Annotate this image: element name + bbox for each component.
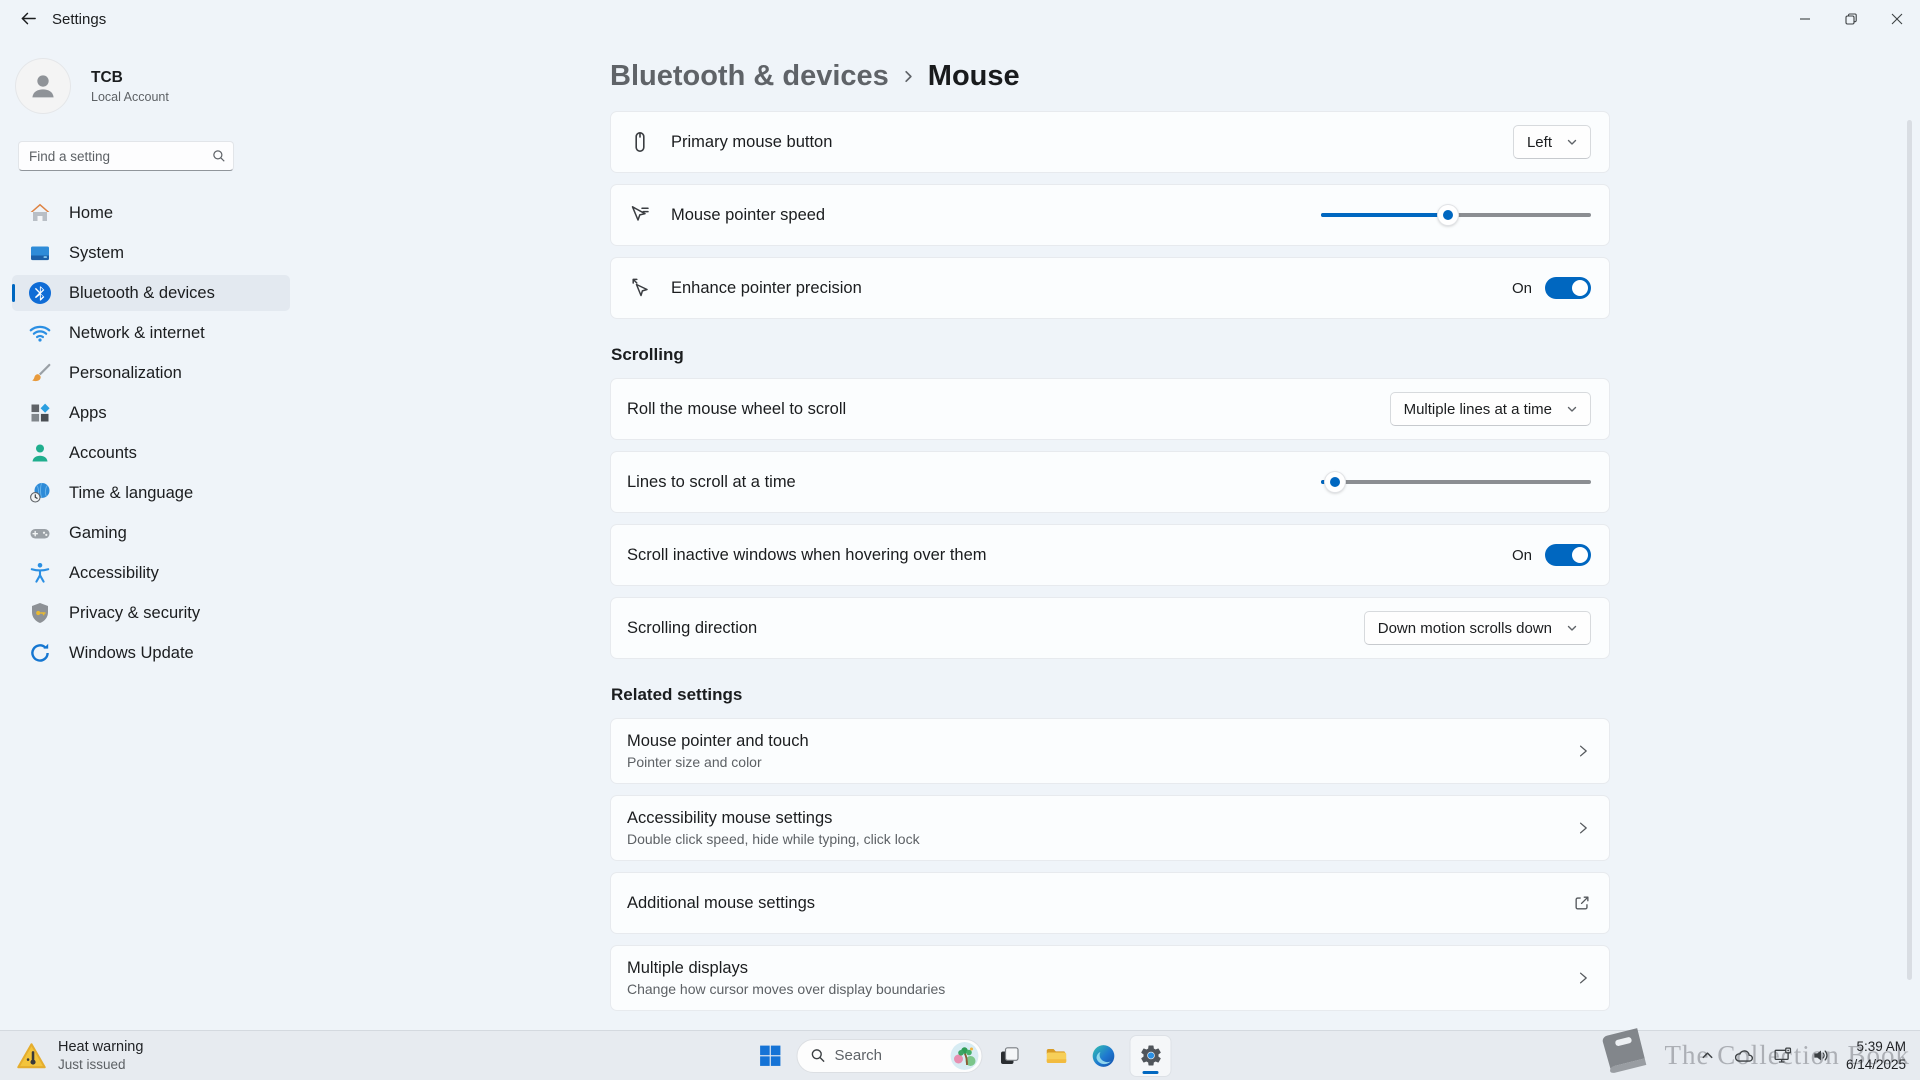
related-subtitle: Pointer size and color <box>627 754 1563 770</box>
chevron-down-icon <box>1566 622 1578 634</box>
wheel-scroll-dropdown[interactable]: Multiple lines at a time <box>1390 392 1591 426</box>
restore-button[interactable] <box>1828 0 1874 38</box>
onedrive-cloud-icon[interactable] <box>1730 1044 1757 1067</box>
related-row-multiple-displays[interactable]: Multiple displays Change how cursor move… <box>610 945 1610 1011</box>
weather-widget[interactable]: Heat warning Just issued <box>0 1031 159 1080</box>
breadcrumb: Bluetooth & devices Mouse <box>610 60 1610 93</box>
clock[interactable]: 5:39 AM 6/14/2025 <box>1846 1038 1906 1073</box>
chevron-right-icon <box>1575 820 1591 836</box>
section-header-scrolling: Scrolling <box>611 345 1610 365</box>
widget-status: Just issued <box>58 1057 143 1072</box>
edge-button[interactable] <box>1084 1036 1124 1076</box>
search-icon <box>811 1048 826 1063</box>
section-header-related: Related settings <box>611 685 1610 705</box>
chevron-down-icon <box>1566 136 1578 148</box>
task-view-button[interactable] <box>990 1036 1030 1076</box>
related-title: Additional mouse settings <box>627 894 1561 913</box>
taskbar-search-input[interactable] <box>835 1047 935 1064</box>
restore-icon <box>1845 13 1857 25</box>
chevron-down-icon <box>1566 403 1578 415</box>
close-icon <box>1891 13 1903 25</box>
titlebar: Settings <box>0 0 1920 40</box>
setting-row-enhance-precision: Enhance pointer precision On <box>610 257 1610 319</box>
external-link-icon <box>1573 894 1591 912</box>
setting-row-pointer-speed: Mouse pointer speed <box>610 184 1610 246</box>
minimize-icon <box>1799 13 1811 25</box>
system-tray: 5:39 AM 6/14/2025 <box>1697 1031 1920 1080</box>
back-arrow-icon <box>19 10 36 30</box>
scrollbar[interactable] <box>1907 120 1912 980</box>
primary-button-dropdown[interactable]: Left <box>1513 125 1591 159</box>
enhance-precision-icon <box>627 275 653 301</box>
search-highlight-image[interactable] <box>951 1042 979 1070</box>
file-explorer-button[interactable] <box>1037 1036 1077 1076</box>
enhance-precision-toggle[interactable] <box>1545 277 1591 299</box>
display-device-icon[interactable] <box>1769 1043 1796 1068</box>
mouse-icon <box>627 129 653 155</box>
setting-label: Roll the mouse wheel to scroll <box>627 400 1390 419</box>
taskbar: Heat warning Just issued <box>0 1030 1920 1080</box>
window-controls <box>1782 0 1920 38</box>
pointer-speed-slider[interactable] <box>1321 213 1591 217</box>
setting-row-inactive-scroll: Scroll inactive windows when hovering ov… <box>610 524 1610 586</box>
file-explorer-icon <box>1044 1043 1070 1069</box>
main-content: Bluetooth & devices Mouse Primary mouse … <box>0 40 1920 1030</box>
tray-time: 5:39 AM <box>1846 1038 1906 1056</box>
related-title: Multiple displays <box>627 959 1563 978</box>
minimize-button[interactable] <box>1782 0 1828 38</box>
start-button[interactable] <box>750 1036 790 1076</box>
toggle-state-label: On <box>1512 280 1532 297</box>
taskbar-search[interactable] <box>797 1039 983 1073</box>
related-subtitle: Change how cursor moves over display bou… <box>627 981 1563 997</box>
setting-row-wheel-scroll: Roll the mouse wheel to scroll Multiple … <box>610 378 1610 440</box>
related-row-accessibility-mouse[interactable]: Accessibility mouse settings Double clic… <box>610 795 1610 861</box>
setting-row-primary-mouse-button: Primary mouse button Left <box>610 111 1610 173</box>
slider-handle[interactable] <box>1325 472 1345 492</box>
tray-date: 6/14/2025 <box>1846 1056 1906 1074</box>
setting-label: Primary mouse button <box>671 133 1513 152</box>
breadcrumb-chevron-icon <box>901 69 916 84</box>
inactive-scroll-toggle[interactable] <box>1545 544 1591 566</box>
setting-label: Enhance pointer precision <box>671 279 1512 298</box>
related-row-mouse-pointer-touch[interactable]: Mouse pointer and touch Pointer size and… <box>610 718 1610 784</box>
dropdown-value: Left <box>1527 134 1552 151</box>
volume-icon[interactable] <box>1808 1044 1834 1067</box>
lines-scroll-slider[interactable] <box>1321 480 1591 484</box>
dropdown-value: Down motion scrolls down <box>1378 620 1552 637</box>
heat-warning-icon <box>16 1042 47 1070</box>
task-view-icon <box>998 1044 1022 1068</box>
chevron-right-icon <box>1575 743 1591 759</box>
toggle-state-label: On <box>1512 547 1532 564</box>
settings-window: Settings TCB Local Account <box>0 0 1920 1080</box>
breadcrumb-parent[interactable]: Bluetooth & devices <box>610 60 889 93</box>
pointer-speed-icon <box>627 202 653 228</box>
related-title: Accessibility mouse settings <box>627 809 1563 828</box>
widget-title: Heat warning <box>58 1039 143 1055</box>
back-button[interactable] <box>10 6 44 34</box>
settings-gear-icon <box>1138 1043 1163 1068</box>
related-subtitle: Double click speed, hide while typing, c… <box>627 831 1563 847</box>
taskbar-center <box>750 1031 1171 1080</box>
page-title: Mouse <box>928 60 1020 93</box>
dropdown-value: Multiple lines at a time <box>1404 401 1552 418</box>
setting-label: Mouse pointer speed <box>671 206 1321 225</box>
chevron-up-icon[interactable] <box>1697 1045 1718 1066</box>
setting-label: Scrolling direction <box>627 619 1364 638</box>
setting-row-lines-scroll: Lines to scroll at a time <box>610 451 1610 513</box>
edge-icon <box>1091 1043 1117 1069</box>
scrolling-direction-dropdown[interactable]: Down motion scrolls down <box>1364 611 1591 645</box>
setting-label: Lines to scroll at a time <box>627 473 1321 492</box>
chevron-right-icon <box>1575 970 1591 986</box>
start-icon <box>757 1043 782 1068</box>
close-button[interactable] <box>1874 0 1920 38</box>
app-title: Settings <box>52 0 106 40</box>
settings-taskbar-button[interactable] <box>1131 1036 1171 1076</box>
setting-label: Scroll inactive windows when hovering ov… <box>627 546 1512 565</box>
related-title: Mouse pointer and touch <box>627 732 1563 751</box>
slider-handle[interactable] <box>1438 205 1458 225</box>
related-row-additional-mouse[interactable]: Additional mouse settings <box>610 872 1610 934</box>
setting-row-scrolling-direction: Scrolling direction Down motion scrolls … <box>610 597 1610 659</box>
